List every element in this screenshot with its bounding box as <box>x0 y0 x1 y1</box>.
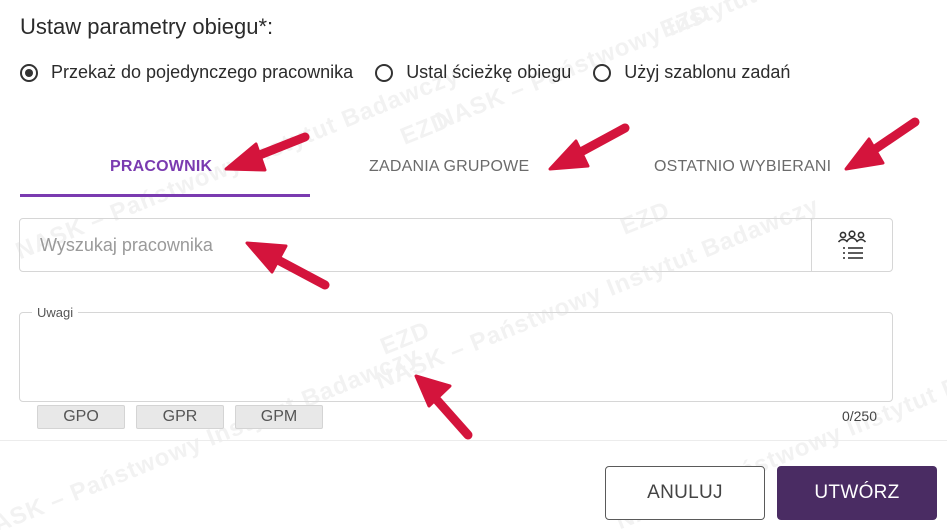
employee-search-input[interactable] <box>20 219 812 271</box>
recipient-tabs: PRACOWNIK ZADANIA GRUPOWE OSTATNIO WYBIE… <box>20 150 894 198</box>
notes-label: Uwagi <box>32 305 79 320</box>
radio-label: Ustal ścieżkę obiegu <box>406 62 572 82</box>
cancel-button[interactable]: ANULUJ <box>605 466 765 520</box>
radio-workflow-path[interactable]: Ustal ścieżkę obiegu <box>375 62 571 83</box>
notes-textarea[interactable] <box>30 323 882 391</box>
watermark-logo: EZD <box>396 106 455 151</box>
employee-search <box>19 218 893 272</box>
chip-gpm[interactable]: GPM <box>235 405 323 429</box>
radio-checked-icon[interactable] <box>20 63 38 82</box>
chip-gpo[interactable]: GPO <box>37 405 125 429</box>
radio-unchecked-icon[interactable] <box>593 63 612 82</box>
radio-task-template[interactable]: Użyj szablonu zadań <box>593 62 790 83</box>
radio-unchecked-icon[interactable] <box>375 63 394 82</box>
radio-label: Użyj szablonu zadań <box>624 62 791 82</box>
tab-group-tasks[interactable]: ZADANIA GRUPOWE <box>369 158 529 176</box>
create-button[interactable]: UTWÓRZ <box>777 466 937 520</box>
form-title: Ustaw parametry obiegu*: <box>20 14 274 39</box>
notes-field: Uwagi <box>19 305 893 402</box>
group-list-button[interactable] <box>811 219 892 271</box>
radio-label: Przekaż do pojedynczego pracownika <box>51 62 354 82</box>
chip-gpr[interactable]: GPR <box>136 405 224 429</box>
quick-chips: GPO GPR GPM <box>37 405 334 429</box>
group-list-icon <box>837 230 867 259</box>
watermark-logo: EZD <box>656 0 715 44</box>
tab-recently-selected[interactable]: OSTATNIO WYBIERANI <box>654 158 831 176</box>
notes-char-counter: 0/250 <box>841 408 877 424</box>
active-tab-indicator <box>20 194 310 197</box>
tab-employee[interactable]: PRACOWNIK <box>110 158 212 176</box>
routing-mode-radio-group: Przekaż do pojedynczego pracownika Ustal… <box>20 62 812 83</box>
footer-divider <box>0 440 947 441</box>
radio-single-employee[interactable]: Przekaż do pojedynczego pracownika <box>20 62 353 83</box>
